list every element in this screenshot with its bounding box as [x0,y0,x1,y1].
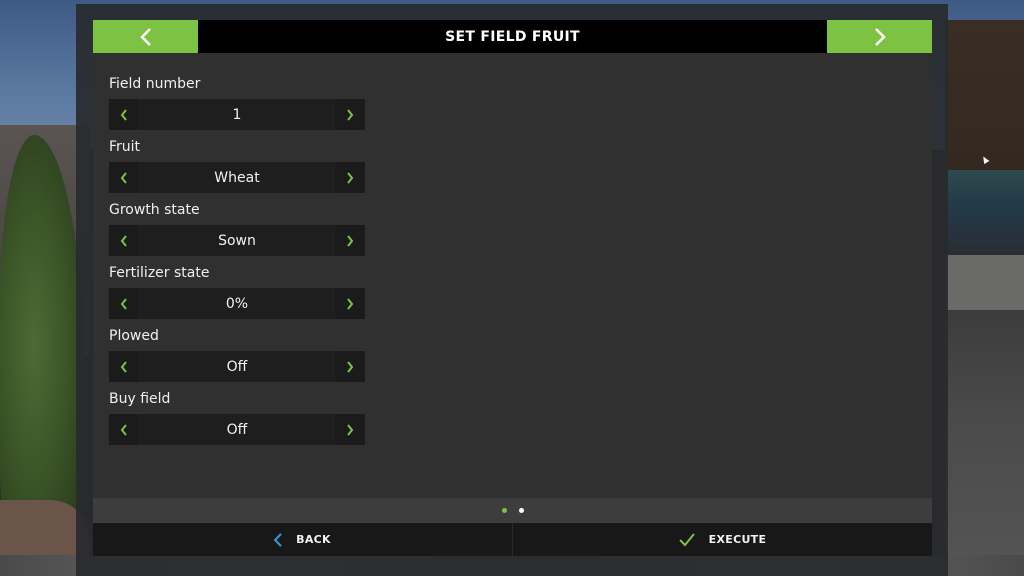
chevron-left-icon [120,171,127,184]
previous-page-button[interactable] [93,20,198,53]
stepper-value: Off [141,351,333,382]
background-brick-wall [945,20,1024,195]
plowed-stepper[interactable]: Off [109,351,365,382]
chevron-left-icon [120,108,127,121]
setting-fertilizer-state: Fertilizer state 0% [109,263,365,319]
increment-button[interactable] [335,351,365,382]
decrement-button[interactable] [109,225,139,256]
setting-plowed: Plowed Off [109,326,365,382]
execute-label: EXECUTE [708,533,767,546]
stepper-value: Wheat [141,162,333,193]
setting-label: Field number [109,76,201,92]
setting-fruit: Fruit Wheat [109,137,365,193]
increment-button[interactable] [335,288,365,319]
chevron-right-icon [347,297,354,310]
setting-label: Growth state [109,202,200,218]
stepper-value: Sown [141,225,333,256]
chevron-left-icon [120,234,127,247]
decrement-button[interactable] [109,99,139,130]
chevron-right-icon [347,360,354,373]
page-title: SET FIELD FRUIT [445,28,580,45]
dialog-footer: BACK EXECUTE [93,523,932,556]
setting-label: Plowed [109,328,159,344]
back-label: BACK [296,533,331,546]
settings-panel: Field number 1 Fruit Wheat Growth state [93,53,932,498]
increment-button[interactable] [335,414,365,445]
increment-button[interactable] [335,225,365,256]
checkmark-icon [678,532,695,546]
chevron-right-icon [347,171,354,184]
chevron-right-icon [347,108,354,121]
next-page-button[interactable] [827,20,932,53]
dialog-header: SET FIELD FRUIT [93,20,932,53]
increment-button[interactable] [335,99,365,130]
decrement-button[interactable] [109,162,139,193]
setting-label: Fertilizer state [109,265,210,281]
growth-state-stepper[interactable]: Sown [109,225,365,256]
chevron-right-icon [347,234,354,247]
chevron-right-icon [347,423,354,436]
background-gravel [945,255,1024,315]
page-indicator [93,498,932,523]
stepper-value: 1 [141,99,333,130]
decrement-button[interactable] [109,414,139,445]
page-dot-2[interactable] [518,508,524,513]
setting-growth-state: Growth state Sown [109,200,365,256]
chevron-left-icon [120,423,127,436]
chevron-left-icon [274,532,282,547]
stepper-value: 0% [141,288,333,319]
background-shed [945,170,1024,260]
background-ground [945,310,1024,576]
chevron-right-icon [874,27,886,46]
setting-buy-field: Buy field Off [109,389,365,445]
increment-button[interactable] [335,162,365,193]
execute-button[interactable]: EXECUTE [512,523,932,556]
setting-label: Buy field [109,391,171,407]
chevron-left-icon [120,297,127,310]
page-dot-1-active[interactable] [501,508,507,513]
stepper-value: Off [141,414,333,445]
chevron-left-icon [139,27,151,46]
fertilizer-state-stepper[interactable]: 0% [109,288,365,319]
buy-field-stepper[interactable]: Off [109,414,365,445]
decrement-button[interactable] [109,288,139,319]
field-number-stepper[interactable]: 1 [109,99,365,130]
decrement-button[interactable] [109,351,139,382]
setting-field-number: Field number 1 [109,74,365,130]
chevron-left-icon [120,360,127,373]
setting-label: Fruit [109,139,141,155]
fruit-stepper[interactable]: Wheat [109,162,365,193]
back-button[interactable]: BACK [93,523,512,556]
